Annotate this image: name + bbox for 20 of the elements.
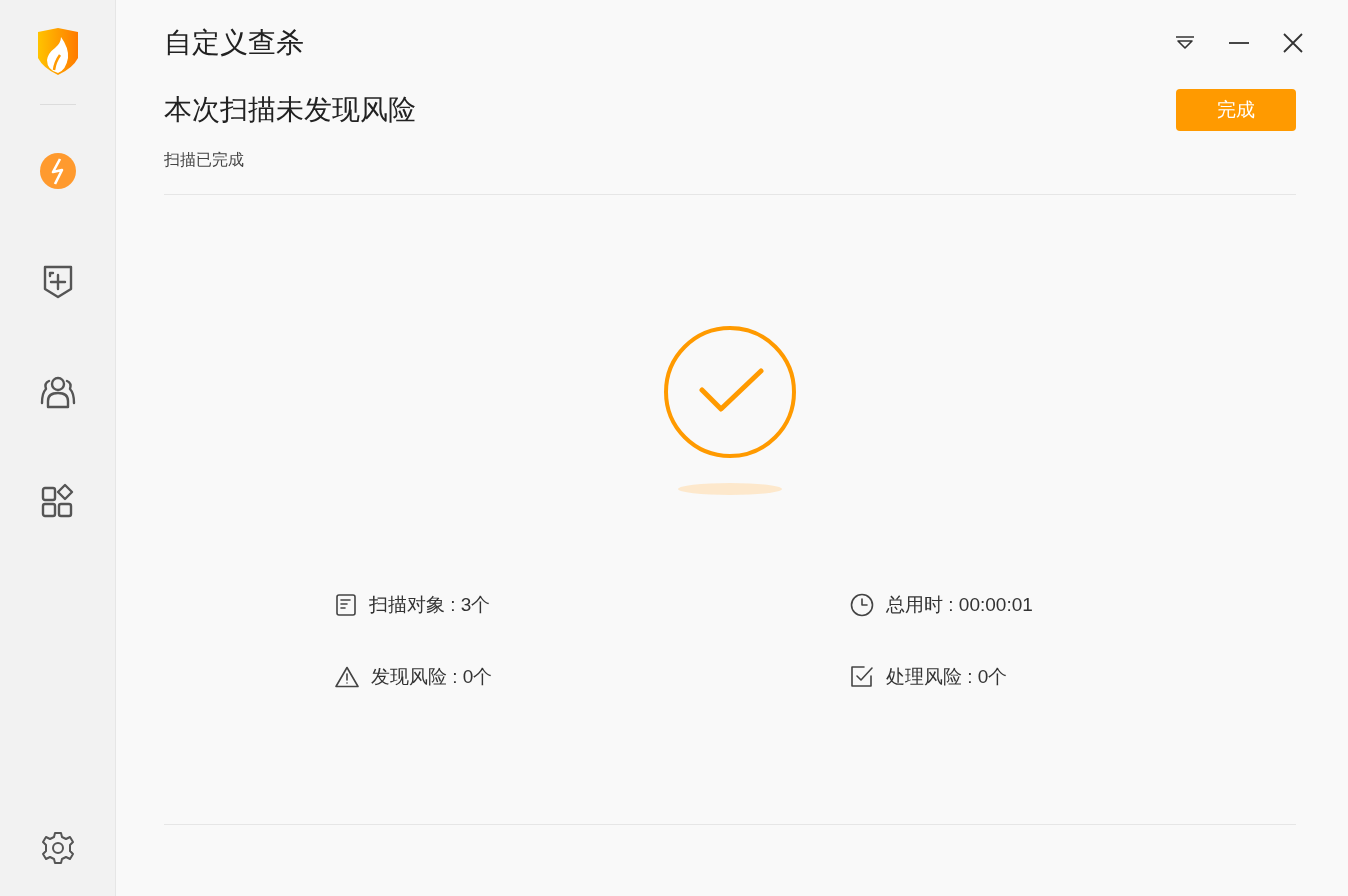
minimize-icon <box>1229 42 1249 44</box>
stat-text: 处理风险 : 0个 <box>886 664 1008 689</box>
document-icon <box>335 594 357 616</box>
lightning-icon <box>39 153 76 189</box>
checkbox-icon <box>850 665 874 689</box>
result-heading: 本次扫描未发现风险 <box>164 93 416 127</box>
stat-text: 总用时 : 00:00:01 <box>886 592 1033 617</box>
window-title: 自定义查杀 <box>164 26 304 60</box>
status-text: 扫描已完成 <box>164 150 244 170</box>
stat-text: 扫描对象 : 3个 <box>369 592 491 617</box>
done-button[interactable]: 完成 <box>1176 89 1296 131</box>
clock-icon <box>850 593 874 617</box>
stat-text: 发现风险 : 0个 <box>371 664 493 689</box>
dropdown-icon <box>1175 36 1195 50</box>
shield-flame-logo <box>36 28 79 76</box>
settings-icon <box>39 830 76 866</box>
checkmark-circle-icon <box>663 325 797 459</box>
warning-icon <box>335 666 359 688</box>
apps-icon <box>39 483 76 519</box>
close-icon <box>1283 33 1303 53</box>
